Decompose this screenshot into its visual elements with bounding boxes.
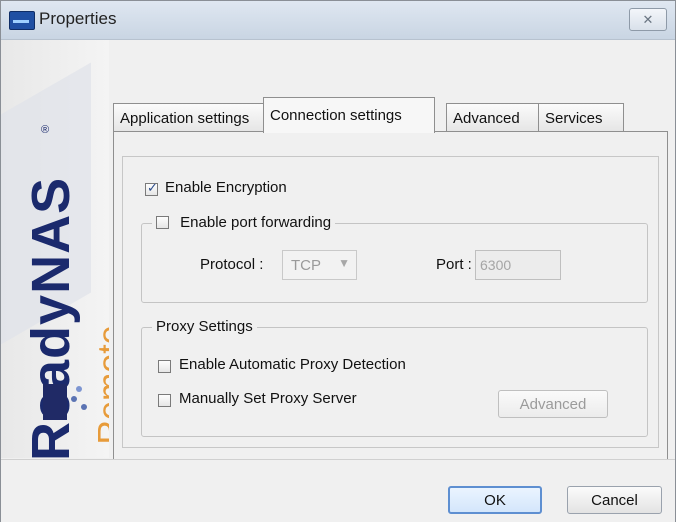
enable-encryption-checkbox[interactable] <box>145 181 158 196</box>
title-bar: Properties ✕ <box>1 1 675 40</box>
port-field[interactable] <box>475 250 561 280</box>
port-input[interactable] <box>476 251 560 279</box>
tab-label: Connection settings <box>270 107 402 124</box>
automatic-proxy-checkbox[interactable] <box>158 360 171 373</box>
cancel-button-label: Cancel <box>591 491 638 509</box>
close-button[interactable]: ✕ <box>629 8 667 31</box>
enable-port-forwarding-label: Enable port forwarding <box>180 214 332 231</box>
ok-button-label: OK <box>484 491 506 509</box>
logo-dots-icon <box>71 396 77 402</box>
logo-sub-text: Remote <box>91 325 110 445</box>
logo-mark-icon <box>43 384 67 420</box>
protocol-label: Protocol : <box>200 256 264 273</box>
port-label: Port : <box>436 256 472 273</box>
enable-port-forwarding-checkbox[interactable] <box>156 215 169 229</box>
tab-connection-settings[interactable]: Connection settings <box>263 97 435 133</box>
enable-encryption-label: Enable Encryption <box>165 179 287 196</box>
manual-proxy-checkbox[interactable] <box>158 394 171 407</box>
window-title: Properties <box>39 9 117 28</box>
tab-services[interactable]: Services <box>538 103 624 132</box>
properties-window: Properties ✕ ® ReadyNAS Remote Applicati… <box>0 0 676 522</box>
advanced-proxy-button[interactable]: Advanced <box>498 390 608 418</box>
proxy-settings-group: Proxy Settings Enable Automatic Proxy De… <box>141 318 648 437</box>
proxy-settings-title: Proxy Settings <box>152 318 257 335</box>
brand-logo-panel: ® ReadyNAS Remote <box>1 40 109 458</box>
connection-settings-content: Enable Encryption Enable port forwarding… <box>122 156 659 448</box>
tab-application-settings[interactable]: Application settings <box>113 103 273 132</box>
tab-label: Application settings <box>120 109 250 127</box>
ok-button[interactable]: OK <box>448 486 542 514</box>
cancel-button[interactable]: Cancel <box>567 486 662 514</box>
protocol-dropdown[interactable]: TCP ▼ <box>282 250 357 280</box>
tab-label: Services <box>545 109 603 127</box>
port-forwarding-title: Enable port forwarding <box>152 214 336 231</box>
manual-proxy-label: Manually Set Proxy Server <box>179 390 357 407</box>
tab-advanced[interactable]: Advanced <box>446 103 544 132</box>
tab-label: Advanced <box>453 109 520 127</box>
dialog-footer: OK Cancel <box>1 459 675 522</box>
connection-settings-panel: Enable Encryption Enable port forwarding… <box>113 131 668 461</box>
chevron-down-icon: ▼ <box>338 256 350 270</box>
automatic-proxy-label: Enable Automatic Proxy Detection <box>179 356 406 373</box>
advanced-proxy-button-label: Advanced <box>519 395 587 413</box>
app-icon <box>9 11 35 30</box>
protocol-value: TCP <box>291 257 321 274</box>
port-forwarding-group: Enable port forwarding Protocol : TCP ▼ … <box>141 214 648 303</box>
